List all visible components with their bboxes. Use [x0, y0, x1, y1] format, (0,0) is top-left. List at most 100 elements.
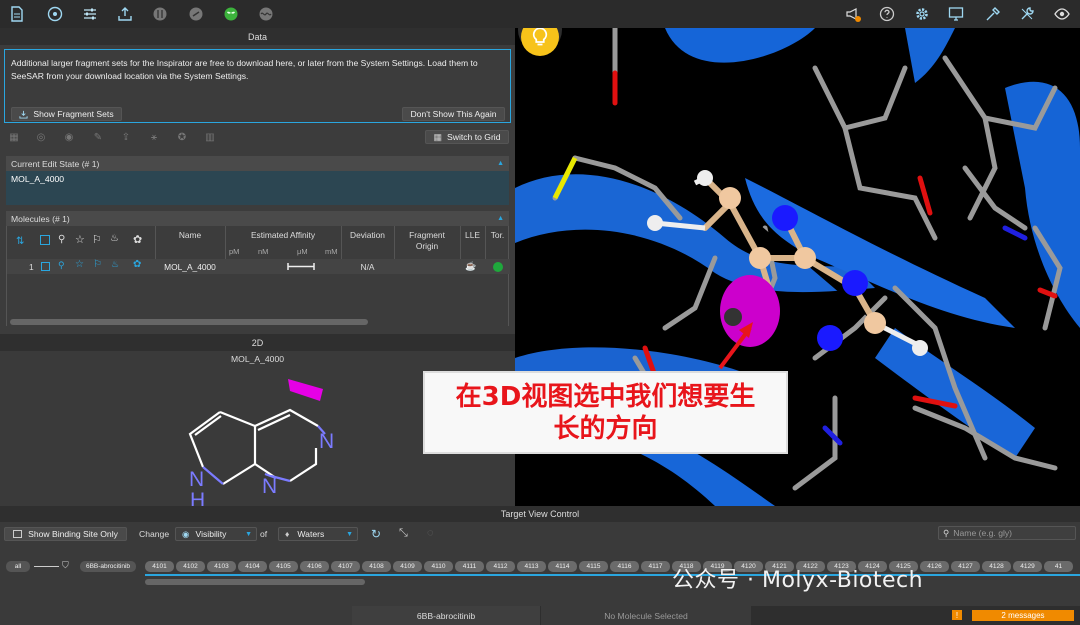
- residue-search-input[interactable]: ⚲ Name (e.g. gly): [938, 526, 1076, 540]
- molecule-icon[interactable]: [150, 4, 170, 24]
- row-drop-icon[interactable]: ♨: [111, 259, 119, 270]
- residue-chip[interactable]: 4109: [393, 561, 422, 572]
- chain-chip[interactable]: 6BB-abrocitinib: [80, 561, 136, 572]
- col-name[interactable]: Name: [155, 230, 225, 240]
- filter-all-chip[interactable]: all: [6, 561, 30, 572]
- residue-chip[interactable]: 4115: [579, 561, 608, 572]
- star-badge-icon[interactable]: ✪: [176, 131, 188, 143]
- search-icon: ⚲: [943, 527, 950, 538]
- edit-state-header[interactable]: Current Edit State (# 1) ▲: [6, 156, 509, 171]
- col-fragment-origin[interactable]: Fragment Origin: [402, 230, 452, 252]
- notification-icon[interactable]: [843, 4, 863, 24]
- collapse-icon[interactable]: ▲: [497, 160, 504, 167]
- eye-icon[interactable]: [1052, 4, 1072, 24]
- row-checkbox[interactable]: [41, 262, 50, 271]
- link-icon[interactable]: [186, 4, 206, 24]
- row-index: 1: [29, 262, 34, 272]
- col-tor[interactable]: Tor.: [485, 230, 510, 240]
- eye-off-icon[interactable]: ◌: [427, 527, 434, 539]
- molecule-2d-title: MOL_A_4000: [230, 354, 285, 364]
- collapse-icon[interactable]: ▲: [497, 215, 504, 222]
- residue-chip[interactable]: 4128: [982, 561, 1011, 572]
- sprout-icon[interactable]: [221, 4, 241, 24]
- ring-icon[interactable]: ◎: [35, 131, 47, 143]
- residue-chip[interactable]: 4129: [1013, 561, 1042, 572]
- flag-icon[interactable]: ⚐: [92, 233, 102, 246]
- warning-badge: !: [952, 610, 962, 620]
- unit-um: μM: [297, 247, 308, 256]
- residue-chip[interactable]: 41: [1044, 561, 1073, 572]
- grid-icon: ▦: [433, 131, 442, 142]
- residue-chip[interactable]: 4114: [548, 561, 577, 572]
- sliders-icon[interactable]: [80, 4, 100, 24]
- residue-chip[interactable]: 4107: [331, 561, 360, 572]
- drop-icon[interactable]: ♨: [110, 233, 119, 244]
- dont-show-again-button[interactable]: Don't Show This Again: [402, 107, 505, 121]
- help-icon[interactable]: [877, 4, 897, 24]
- residue-chip[interactable]: 4113: [517, 561, 546, 572]
- col-deviation[interactable]: Deviation: [341, 230, 394, 240]
- visibility-dropdown[interactable]: ◉ Visibility ▼: [175, 527, 257, 541]
- export-icon[interactable]: ⇪: [120, 131, 132, 143]
- palette-icon[interactable]: ✿: [133, 233, 142, 246]
- data-panel-header: Data: [0, 28, 515, 45]
- residue-chip[interactable]: 4102: [176, 561, 205, 572]
- current-edit-state[interactable]: MOL_A_4000: [6, 171, 509, 205]
- residue-chip[interactable]: 4106: [300, 561, 329, 572]
- molecule-2d-drawing[interactable]: N N N H: [175, 364, 375, 509]
- eye-small-icon: ◉: [182, 528, 190, 539]
- branch-icon[interactable]: ⚹: [148, 131, 160, 143]
- trash-icon[interactable]: ▥: [204, 131, 216, 143]
- show-fragment-sets-button[interactable]: Show Fragment Sets: [11, 107, 122, 121]
- notice-text: Additional larger fragment sets for the …: [11, 58, 478, 81]
- messages-button[interactable]: 2 messages: [972, 610, 1074, 621]
- switch-to-grid-button[interactable]: ▦ Switch to Grid: [425, 130, 509, 144]
- residue-chip[interactable]: 4110: [424, 561, 453, 572]
- residue-chip[interactable]: 4126: [920, 561, 949, 572]
- pin-icon[interactable]: ⚲: [58, 234, 65, 245]
- star-icon[interactable]: ☆: [75, 233, 85, 246]
- residue-chip[interactable]: 4117: [641, 561, 670, 572]
- col-estimated-affinity[interactable]: Estimated Affinity: [225, 230, 341, 240]
- residue-chip[interactable]: 4111: [455, 561, 484, 572]
- target-view-control-header: Target View Control: [0, 506, 1080, 522]
- residue-chip[interactable]: 4112: [486, 561, 515, 572]
- waters-dropdown[interactable]: ♦ Waters ▼: [278, 527, 358, 541]
- monitor-icon[interactable]: [946, 4, 966, 24]
- col-lle[interactable]: LLE: [460, 230, 485, 240]
- callout-line-2: 长的方向: [553, 413, 658, 444]
- target-icon[interactable]: [45, 4, 65, 24]
- residue-chip[interactable]: 4101: [145, 561, 174, 572]
- molecule-status: No Molecule Selected: [541, 606, 751, 625]
- affinity-range-bar: [287, 263, 315, 270]
- residue-chip[interactable]: 4108: [362, 561, 391, 572]
- calculator-icon[interactable]: ▦: [8, 131, 20, 143]
- molecules-header[interactable]: Molecules (# 1) ▲: [6, 211, 509, 226]
- eye-small-icon[interactable]: ◉: [63, 131, 75, 143]
- row-palette-icon[interactable]: ✿: [133, 259, 141, 270]
- upload-icon[interactable]: [115, 4, 135, 24]
- residue-chip[interactable]: 4127: [951, 561, 980, 572]
- table-scrollbar[interactable]: [10, 319, 368, 325]
- show-binding-site-only-button[interactable]: Show Binding Site Only: [4, 527, 127, 541]
- fragment-sets-notice: Additional larger fragment sets for the …: [4, 49, 511, 123]
- row-star-icon[interactable]: ☆: [75, 259, 84, 270]
- refresh-icon[interactable]: ↻: [371, 527, 381, 541]
- sort-icon[interactable]: ⇅: [16, 236, 24, 247]
- residue-scrollbar[interactable]: [145, 579, 365, 585]
- document-icon[interactable]: [7, 4, 27, 24]
- residue-chip[interactable]: 4105: [269, 561, 298, 572]
- residue-chip[interactable]: 4116: [610, 561, 639, 572]
- edit-icon[interactable]: ✎: [92, 131, 104, 143]
- wave-icon[interactable]: [256, 4, 276, 24]
- tools-icon[interactable]: [983, 4, 1003, 24]
- connect-icon[interactable]: ⤡: [399, 527, 408, 540]
- residue-chip[interactable]: 4103: [207, 561, 236, 572]
- row-pin-icon[interactable]: ⚲: [58, 260, 65, 271]
- select-all-checkbox[interactable]: [40, 235, 50, 245]
- row-flag-icon[interactable]: ⚐: [93, 259, 102, 270]
- residue-chip[interactable]: 4104: [238, 561, 267, 572]
- wrench-icon[interactable]: [1017, 4, 1037, 24]
- gear-icon[interactable]: [912, 4, 932, 24]
- table-row[interactable]: 1 ⚲ ☆ ⚐ ♨ ✿ MOL_A_4000 N/A ☕: [7, 259, 510, 274]
